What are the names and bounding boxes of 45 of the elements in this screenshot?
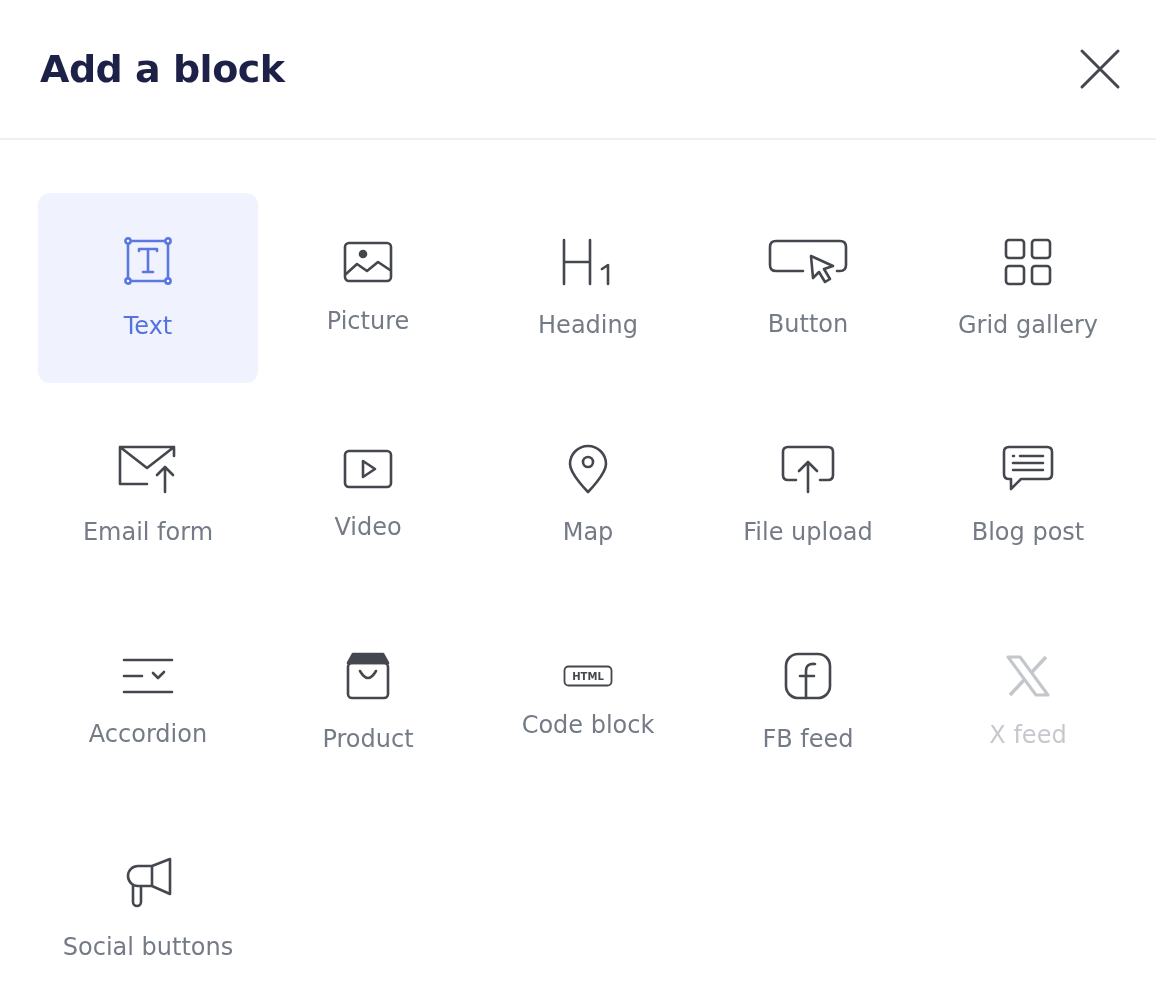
block-label: X feed [989,721,1067,749]
block-label: Product [322,725,414,753]
block-label: Accordion [88,720,208,748]
block-label: Email form [82,518,214,546]
block-label: Grid gallery [957,311,1099,339]
accordion-icon [121,656,175,696]
grid-icon [1003,237,1053,287]
dialog-title: Add a block [40,47,285,91]
block-label: Social buttons [62,933,234,961]
block-tile[interactable]: Social buttons [38,814,258,1000]
block-tile[interactable]: Text [38,193,258,383]
upload-icon [780,444,836,494]
block-tile[interactable]: HTML Code block [478,607,698,797]
html-tag-icon: HTML [563,665,613,687]
button-cursor-icon [767,238,849,286]
block-tile[interactable]: Heading [478,193,698,383]
block-label: Button [767,310,849,338]
x-logo-icon [1006,655,1050,697]
block-tile[interactable]: File upload [698,400,918,590]
play-icon [343,449,393,489]
block-tile[interactable]: Map [478,400,698,590]
block-tile[interactable]: Blog post [918,400,1138,590]
text-frame-icon [123,236,173,286]
block-label: Code block [521,711,655,739]
block-label: Video [334,513,402,541]
block-tile[interactable]: Accordion [38,607,258,797]
facebook-icon [783,651,833,701]
block-label: FB feed [762,725,854,753]
location-pin-icon [567,444,609,494]
block-label: Map [562,518,614,546]
block-label: Heading [538,311,638,339]
close-button[interactable] [1078,47,1122,91]
shopping-bag-icon [345,651,391,701]
block-label: Blog post [971,518,1085,546]
block-label: File upload [743,518,873,546]
block-tile[interactable]: Product [258,607,478,797]
block-tile[interactable]: FB feed [698,607,918,797]
block-tile[interactable]: Email form [38,400,258,590]
block-label: Text [123,312,173,340]
block-tile[interactable]: Button [698,193,918,383]
block-label: Picture [326,307,410,335]
block-tile[interactable]: Video [258,400,478,590]
image-icon [343,241,393,283]
block-tile[interactable]: Grid gallery [918,193,1138,383]
block-tile[interactable]: Picture [258,193,478,383]
